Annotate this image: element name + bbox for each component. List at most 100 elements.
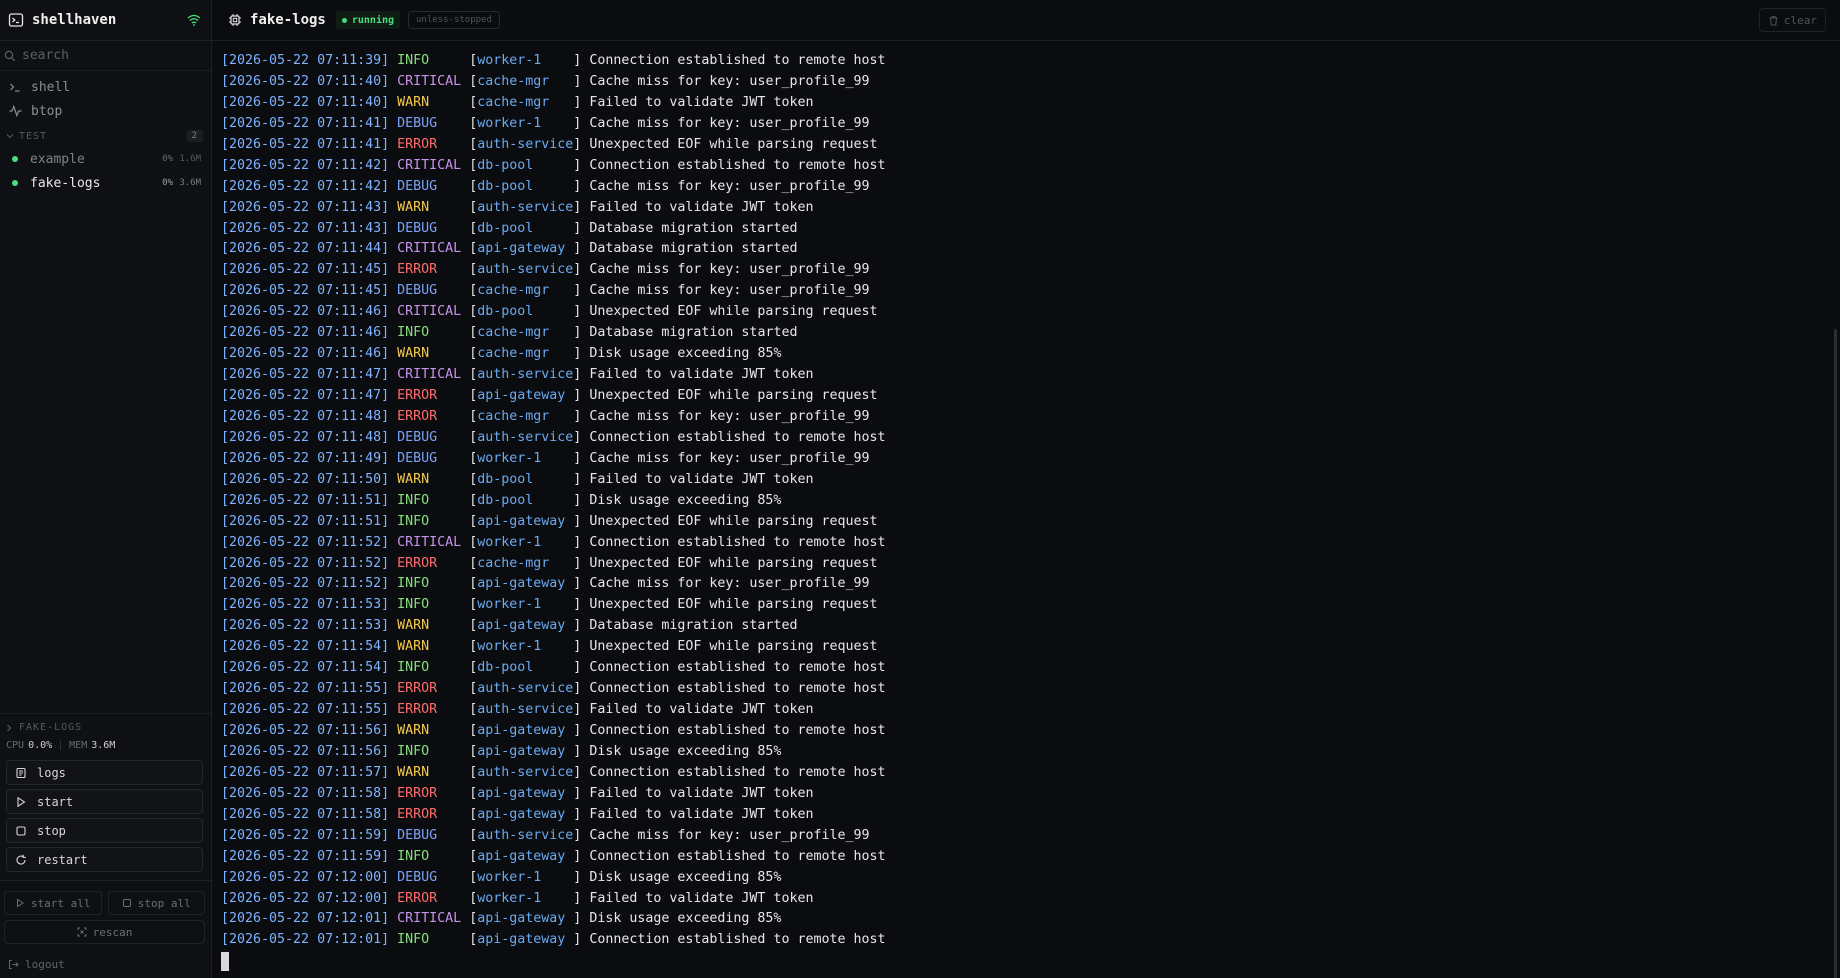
log-line: [2026-05-22 07:11:58] ERROR [api-gateway… (221, 785, 814, 801)
log-timestamp: [2026-05-22 07:11:41] (221, 136, 390, 152)
service-item-example[interactable]: example 0% 1.6M (0, 147, 211, 171)
sidebar: shellhaven shell btop (0, 0, 212, 978)
log-component: auth-service (477, 262, 574, 278)
log-output[interactable]: [2026-05-22 07:11:39] INFO [worker-1 ] C… (212, 41, 1840, 978)
log-level: DEBUG (397, 827, 438, 843)
log-timestamp: [2026-05-22 07:11:52] (221, 576, 390, 592)
log-line: [2026-05-22 07:11:50] WARN [db-pool ] Fa… (221, 471, 814, 487)
sidebar-item-shell[interactable]: shell (0, 75, 211, 99)
log-component: cache-mgr (477, 555, 550, 571)
log-component: auth-service (477, 429, 574, 445)
log-timestamp: [2026-05-22 07:11:46] (221, 304, 390, 320)
service-group-header[interactable]: TEST 2 (0, 125, 211, 147)
log-message: Cache miss for key: user_profile_99 (589, 262, 870, 278)
service-panel: FAKE-LOGS CPU 0.0% MEM 3.6M logs start s… (0, 713, 211, 872)
log-line: [2026-05-22 07:11:55] ERROR [auth-servic… (221, 681, 886, 697)
log-timestamp: [2026-05-22 07:11:54] (221, 639, 390, 655)
panel-title[interactable]: FAKE-LOGS (6, 721, 203, 734)
log-component: api-gateway (477, 848, 566, 864)
clear-button[interactable]: clear (1758, 8, 1826, 32)
button-label: logs (37, 765, 66, 780)
group-label: TEST (19, 130, 48, 142)
log-timestamp: [2026-05-22 07:11:58] (221, 785, 390, 801)
button-label: start (37, 794, 74, 809)
log-component: worker-1 (477, 869, 542, 885)
log-level: ERROR (397, 408, 438, 424)
log-line: [2026-05-22 07:12:01] INFO [api-gateway … (221, 932, 886, 948)
log-timestamp: [2026-05-22 07:12:01] (221, 911, 390, 927)
log-level: DEBUG (397, 429, 438, 445)
service-mem: 1.6M (179, 154, 201, 164)
log-level: CRITICAL (397, 73, 462, 89)
log-timestamp: [2026-05-22 07:11:40] (221, 94, 390, 110)
log-level: CRITICAL (397, 534, 462, 550)
start-button[interactable]: start (6, 789, 203, 814)
log-line: [2026-05-22 07:11:47] ERROR [api-gateway… (221, 388, 878, 403)
log-line: [2026-05-22 07:11:46] CRITICAL [db-pool … (221, 304, 878, 320)
mem-value: 3.6M (91, 739, 116, 751)
log-message: Unexpected EOF while parsing request (589, 136, 878, 152)
log-component: auth-service (477, 702, 574, 718)
log-component: cache-mgr (477, 283, 550, 299)
terminal-prompt-icon (8, 80, 22, 94)
log-message: Cache miss for key: user_profile_99 (589, 283, 870, 299)
stop-button[interactable]: stop (6, 818, 203, 843)
log-component: worker-1 (477, 597, 542, 613)
service-title: fake-logs (250, 12, 326, 28)
log-timestamp: [2026-05-22 07:11:39] (221, 53, 390, 68)
log-timestamp: [2026-05-22 07:11:42] (221, 178, 390, 194)
log-component: api-gateway (477, 911, 566, 927)
sidebar-item-label: btop (31, 103, 63, 119)
log-line: [2026-05-22 07:11:54] INFO [db-pool ] Co… (221, 660, 886, 676)
log-component: worker-1 (477, 890, 542, 906)
log-timestamp: [2026-05-22 07:11:44] (221, 241, 390, 257)
log-line: [2026-05-22 07:12:01] CRITICAL [api-gate… (221, 911, 782, 927)
log-line: [2026-05-22 07:11:51] INFO [db-pool ] Di… (221, 492, 782, 508)
log-timestamp: [2026-05-22 07:12:00] (221, 890, 390, 906)
log-message: Disk usage exceeding 85% (589, 869, 782, 885)
log-level: INFO (397, 848, 430, 864)
log-line: [2026-05-22 07:11:41] ERROR [auth-servic… (221, 136, 878, 152)
restart-button[interactable]: restart (6, 847, 203, 872)
status-text: running (351, 14, 395, 26)
log-line: [2026-05-22 07:11:49] DEBUG [worker-1 ] … (221, 450, 870, 466)
rescan-button[interactable]: rescan (4, 920, 205, 944)
start-all-button[interactable]: start all (4, 891, 102, 915)
stop-all-button[interactable]: stop all (107, 891, 205, 915)
sidebar-item-btop[interactable]: btop (0, 99, 211, 123)
service-item-fake-logs[interactable]: fake-logs 0% 3.6M (0, 171, 211, 195)
button-label: restart (37, 852, 88, 867)
log-level: INFO (397, 597, 430, 613)
log-line: [2026-05-22 07:11:48] ERROR [cache-mgr ]… (221, 408, 870, 424)
log-level: ERROR (397, 388, 438, 403)
log-timestamp: [2026-05-22 07:11:46] (221, 325, 390, 341)
log-message: Connection established to remote host (589, 932, 886, 948)
service-stats: CPU 0.0% MEM 3.6M (6, 738, 203, 752)
search-input[interactable] (22, 48, 192, 63)
logs-button[interactable]: logs (6, 760, 203, 785)
log-component: worker-1 (477, 115, 542, 131)
log-component: auth-service (477, 199, 574, 215)
play-icon (15, 796, 27, 808)
log-timestamp: [2026-05-22 07:11:54] (221, 660, 390, 676)
button-label: stop all (137, 896, 191, 910)
stop-icon (15, 825, 27, 837)
log-timestamp: [2026-05-22 07:11:52] (221, 534, 390, 550)
cpu-label: CPU (6, 739, 25, 751)
log-timestamp: [2026-05-22 07:11:56] (221, 743, 390, 759)
log-level: ERROR (397, 681, 438, 697)
log-timestamp: [2026-05-22 07:11:41] (221, 115, 390, 131)
log-level: WARN (397, 618, 430, 634)
log-line: [2026-05-22 07:11:42] DEBUG [db-pool ] C… (221, 178, 870, 194)
log-component: db-pool (477, 660, 534, 676)
logout-button[interactable]: logout (4, 950, 205, 978)
log-line: [2026-05-22 07:11:52] CRITICAL [worker-1… (221, 534, 886, 550)
log-component: auth-service (477, 136, 574, 152)
scrollbar[interactable] (1834, 329, 1837, 978)
log-component: db-pool (477, 220, 534, 236)
log-component: worker-1 (477, 639, 542, 655)
log-level: INFO (397, 660, 430, 676)
log-level: DEBUG (397, 220, 438, 236)
log-timestamp: [2026-05-22 07:11:49] (221, 450, 390, 466)
panel-title-text: FAKE-LOGS (19, 722, 83, 733)
